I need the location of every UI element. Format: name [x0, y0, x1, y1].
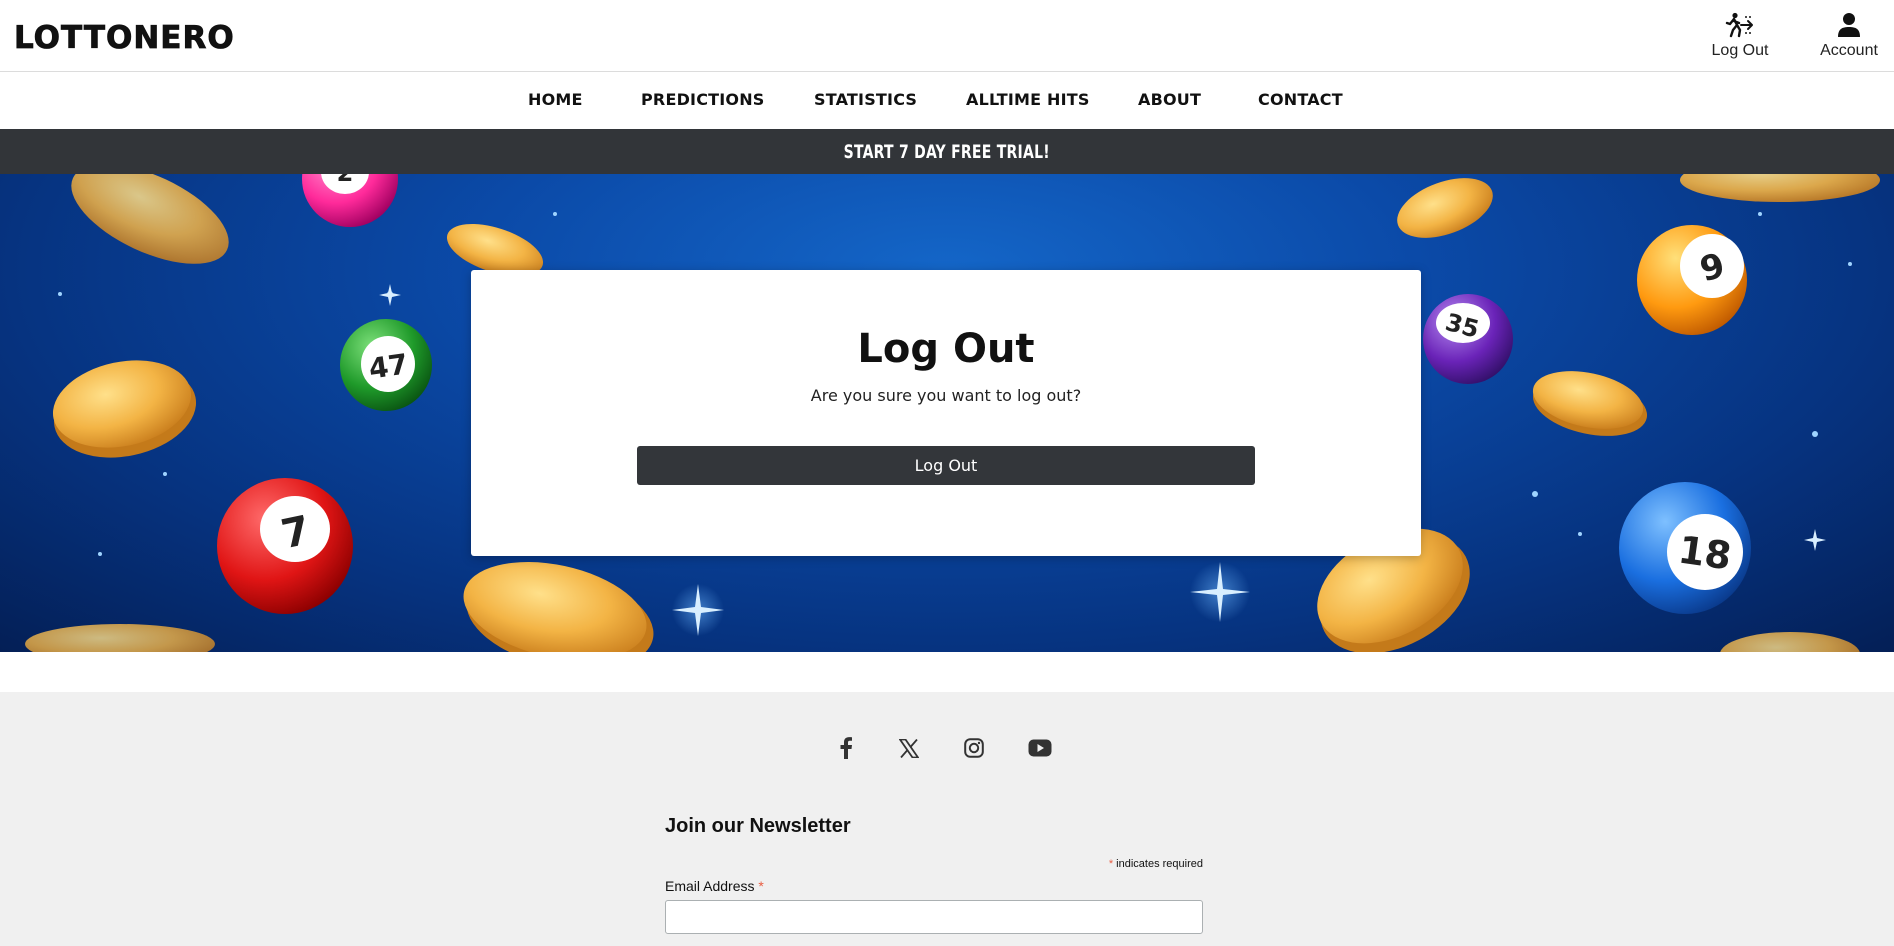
- instagram-icon[interactable]: [960, 734, 988, 762]
- nav-item-statistics[interactable]: STATISTICS: [814, 90, 917, 109]
- facebook-icon[interactable]: [832, 734, 860, 762]
- site-logo[interactable]: LOTTONERO: [14, 20, 235, 57]
- x-icon[interactable]: [895, 734, 923, 762]
- header-logout-button[interactable]: Log Out: [1708, 12, 1772, 60]
- required-asterisk: *: [1108, 858, 1114, 870]
- email-label-text: Email Address: [665, 878, 755, 894]
- required-note: * indicates required: [665, 858, 1203, 870]
- email-required-asterisk: *: [758, 878, 764, 894]
- header-logout-label: Log Out: [1711, 42, 1769, 59]
- site-header: LOTTONERO Log Out Account: [0, 0, 1894, 72]
- youtube-icon[interactable]: [1026, 734, 1054, 762]
- logout-running-icon: [1725, 12, 1753, 38]
- free-trial-text: START 7 DAY FREE TRIAL!: [843, 140, 1051, 163]
- header-account-label: Account: [1820, 42, 1878, 59]
- email-label: Email Address *: [665, 878, 764, 894]
- ball-9: 9: [1637, 225, 1747, 335]
- header-account-button[interactable]: Account: [1818, 12, 1880, 60]
- nav-item-about[interactable]: ABOUT: [1138, 90, 1201, 109]
- main-nav: HOME PREDICTIONS STATISTICS ALLTIME HITS…: [0, 73, 1894, 129]
- user-icon: [1838, 13, 1860, 37]
- nav-item-contact[interactable]: CONTACT: [1258, 90, 1343, 109]
- svg-text:18: 18: [1676, 528, 1734, 579]
- ball-7: 7: [217, 478, 353, 614]
- nav-item-alltime-hits[interactable]: ALLTIME HITS: [966, 90, 1090, 109]
- logout-message: Are you sure you want to log out?: [810, 386, 1082, 405]
- free-trial-banner[interactable]: START 7 DAY FREE TRIAL!: [0, 129, 1894, 174]
- ball-2: 2: [302, 174, 398, 227]
- svg-text:2: 2: [337, 174, 354, 187]
- newsletter-title: Join our Newsletter: [665, 815, 851, 837]
- ball-18: 18: [1619, 482, 1751, 614]
- svg-text:47: 47: [367, 347, 410, 385]
- logout-title: Log Out: [857, 326, 1035, 372]
- nav-item-predictions[interactable]: PREDICTIONS: [641, 90, 765, 109]
- nav-item-home[interactable]: HOME: [528, 90, 583, 109]
- newsletter-email-input[interactable]: [665, 900, 1203, 934]
- logout-confirm-card: Log Out Are you sure you want to log out…: [471, 270, 1421, 556]
- confirm-logout-button[interactable]: Log Out: [637, 446, 1255, 485]
- required-note-text: indicates required: [1116, 858, 1203, 870]
- ball-35: 35: [1423, 294, 1513, 384]
- ball-47: 47: [340, 319, 432, 411]
